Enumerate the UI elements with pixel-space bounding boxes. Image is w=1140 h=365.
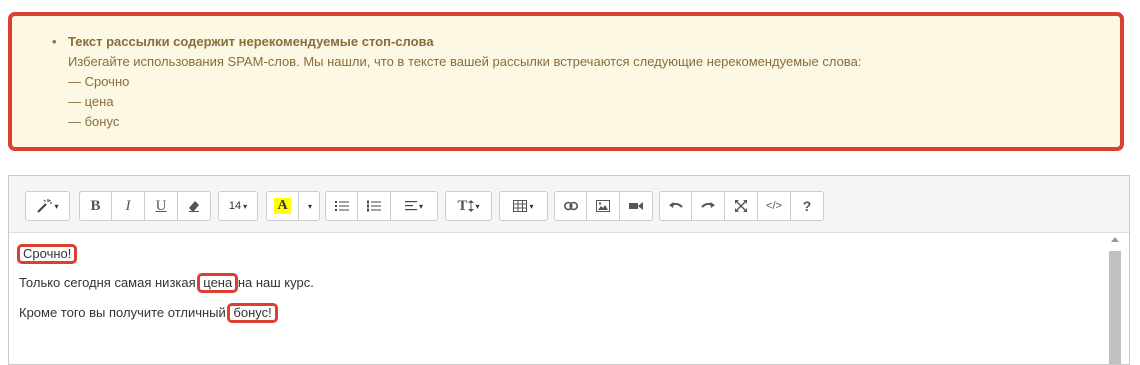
- fullscreen-icon: [735, 200, 747, 212]
- stop-word-2: — цена: [68, 94, 114, 109]
- text-height-icon: T: [457, 197, 468, 214]
- italic-button[interactable]: I: [112, 191, 145, 221]
- underline-button[interactable]: U: [145, 191, 178, 221]
- insert-video-button[interactable]: [620, 191, 653, 221]
- scrollbar-thumb[interactable]: [1109, 251, 1121, 364]
- style-dropdown-button[interactable]: ▾: [25, 191, 70, 221]
- eraser-icon: [188, 200, 200, 212]
- highlight-color-button[interactable]: A: [266, 191, 299, 221]
- bold-icon: B: [90, 197, 101, 214]
- warning-description: Избегайте использования SPAM-слов. Мы на…: [68, 54, 862, 69]
- help-icon: ?: [802, 198, 812, 214]
- chevron-down-icon: ▾: [54, 201, 59, 211]
- code-view-button[interactable]: </>: [758, 191, 791, 221]
- table-dropdown[interactable]: ▾: [499, 191, 548, 221]
- spam-warning-panel: • Текст рассылки содержит нерекомендуемы…: [8, 12, 1124, 151]
- font-size-dropdown[interactable]: 14 ▾: [218, 191, 258, 221]
- warning-title: Текст рассылки содержит нерекомендуемые …: [68, 34, 434, 49]
- rich-text-editor: ▾ B I U 14 ▾ A ▾ ▾ T ▾ ▾ </> ? Срочно! Т…: [8, 175, 1130, 365]
- highlight-icon: A: [274, 198, 291, 214]
- editor-toolbar: ▾ B I U 14 ▾ A ▾ ▾ T ▾ ▾ </> ?: [9, 176, 1129, 233]
- align-left-icon: [404, 201, 417, 211]
- bullet-list-button[interactable]: [325, 191, 358, 221]
- redo-button[interactable]: [692, 191, 725, 221]
- stop-word-1: — Срочно: [68, 74, 130, 89]
- redo-icon: [701, 201, 715, 211]
- bullet-icon: •: [52, 34, 57, 49]
- chevron-down-icon: ▾: [307, 201, 312, 211]
- align-dropdown[interactable]: ▾: [391, 191, 438, 221]
- bold-button[interactable]: B: [79, 191, 112, 221]
- content-paragraph-3: Кроме того вы получите отличный бонус!: [19, 303, 278, 323]
- numbered-list-button[interactable]: [358, 191, 391, 221]
- undo-icon: [668, 201, 683, 211]
- content-paragraph-1: Срочно!: [17, 244, 78, 264]
- insert-link-button[interactable]: [554, 191, 587, 221]
- chevron-down-icon: ▾: [243, 201, 248, 211]
- line-height-dropdown[interactable]: T ▾: [445, 191, 492, 221]
- chevron-down-icon: ▾: [475, 201, 480, 211]
- scroll-up-arrow-icon[interactable]: [1111, 237, 1119, 242]
- code-icon: </>: [766, 200, 782, 212]
- chevron-down-icon: ▾: [418, 201, 423, 211]
- magic-wand-icon: [36, 199, 53, 213]
- table-icon: [513, 200, 528, 212]
- paragraph-text: Только сегодня самая низкая: [19, 275, 200, 290]
- stop-word-3: — бонус: [68, 114, 120, 129]
- underline-icon: U: [155, 197, 167, 214]
- paragraph-text: Кроме того вы получите отличный: [19, 305, 230, 320]
- stop-word-highlight: бонус!: [227, 303, 278, 323]
- paragraph-text: на наш курс.: [234, 275, 314, 290]
- highlight-color-dropdown[interactable]: ▾: [299, 191, 320, 221]
- fullscreen-button[interactable]: [725, 191, 758, 221]
- link-icon: [563, 201, 578, 211]
- chevron-down-icon: ▾: [529, 201, 534, 211]
- numbered-list-icon: [367, 200, 381, 212]
- image-icon: [596, 200, 610, 212]
- font-size-value: 14: [228, 200, 242, 212]
- insert-image-button[interactable]: [587, 191, 620, 221]
- up-down-arrow-icon: [467, 200, 474, 212]
- vertical-scrollbar[interactable]: [1109, 234, 1123, 364]
- warning-item: • Текст рассылки содержит нерекомендуемы…: [52, 32, 862, 132]
- stop-word-highlight: цена: [197, 273, 239, 293]
- italic-icon: I: [125, 197, 131, 214]
- bullet-list-icon: [334, 200, 349, 212]
- editor-content[interactable]: Срочно! Только сегодня самая низкая цена…: [9, 233, 1129, 364]
- undo-button[interactable]: [659, 191, 692, 221]
- content-paragraph-2: Только сегодня самая низкая цена на наш …: [19, 273, 314, 293]
- video-icon: [629, 201, 643, 211]
- clear-format-button[interactable]: [178, 191, 211, 221]
- help-button[interactable]: ?: [791, 191, 824, 221]
- stop-word-highlight: Срочно!: [17, 244, 78, 264]
